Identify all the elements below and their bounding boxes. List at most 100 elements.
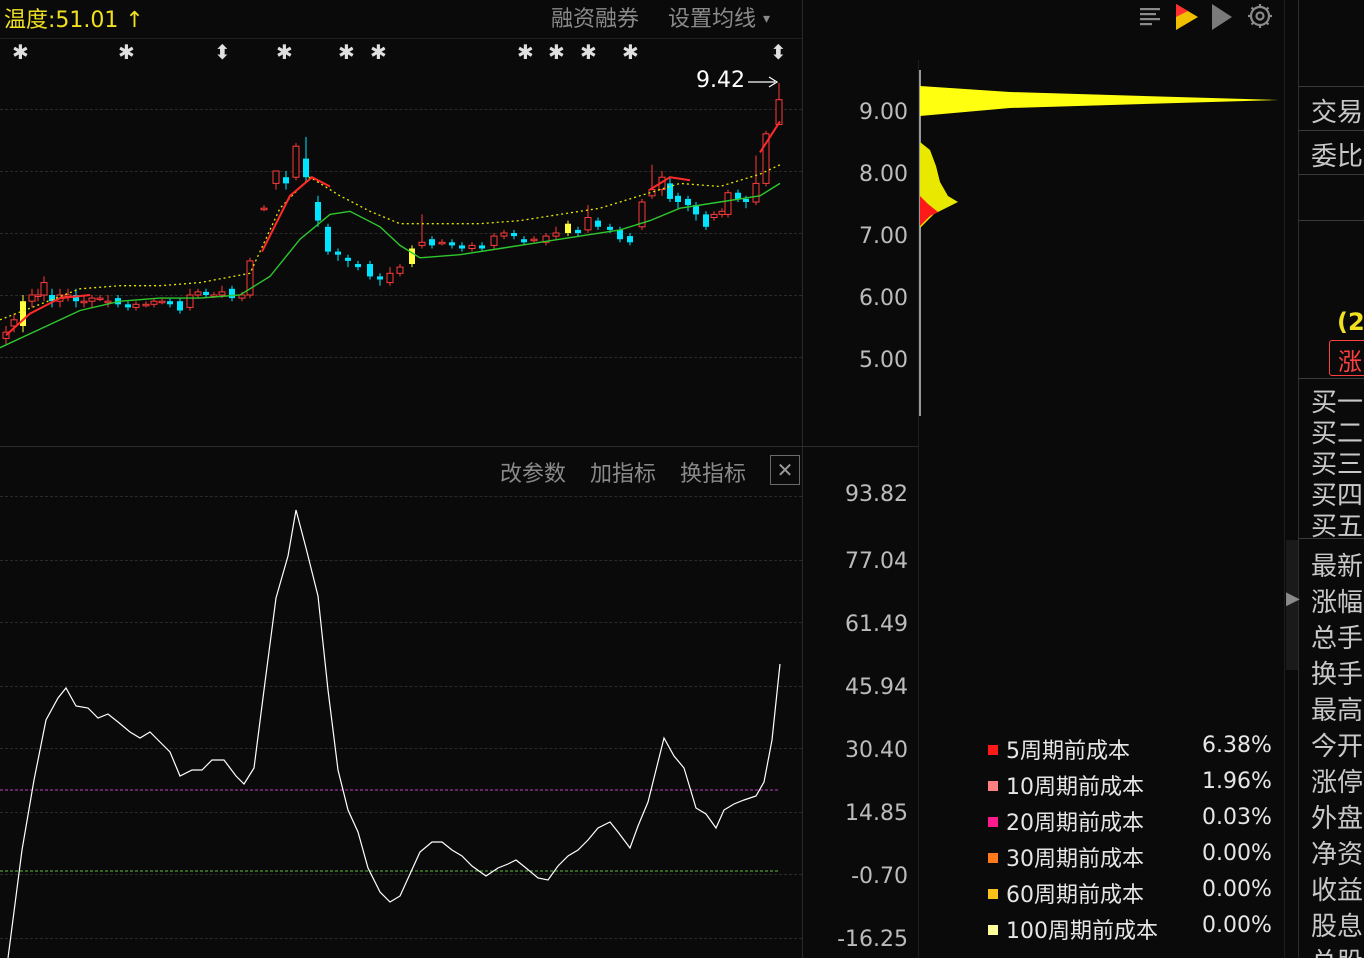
indicator-tick: -16.25 (837, 927, 908, 952)
edit-params-button[interactable]: 改参数 (500, 456, 566, 488)
temperature-indicator-chart[interactable] (0, 490, 802, 958)
candle-body (194, 291, 202, 296)
candle-body (617, 229, 623, 240)
chip-toolbar (1136, 2, 1280, 32)
indicator-tick: 93.82 (845, 482, 908, 507)
play-icon[interactable] (1212, 4, 1232, 30)
legend-swatch (988, 781, 998, 791)
stat-label: 外盘 (1311, 804, 1364, 834)
legend-label: 30周期前成本 (1006, 847, 1144, 872)
chevron-down-icon: ▾ (763, 11, 771, 27)
candle-body (685, 198, 691, 206)
temperature-value: 温度:51.01 (4, 8, 119, 33)
legend-swatch (988, 853, 998, 863)
panel-divider (1299, 86, 1364, 87)
panel-divider (1299, 220, 1364, 221)
candle-body (775, 99, 783, 125)
candle-body (724, 192, 732, 215)
legend-value: 0.00% (1202, 841, 1272, 866)
candle-body (552, 232, 560, 237)
candle-body (468, 244, 476, 249)
candle-body (438, 241, 446, 245)
flag-play-icon[interactable] (1176, 4, 1198, 30)
price-tick: 7.00 (859, 224, 908, 249)
panel-divider (1299, 174, 1364, 175)
legend-swatch (988, 925, 998, 935)
candle-body (303, 158, 309, 178)
ma10-line (0, 164, 781, 321)
candle-body (735, 192, 741, 199)
candle-body (595, 220, 601, 227)
candle-body (575, 229, 581, 233)
candle-body (272, 170, 280, 184)
legend-label: 20周期前成本 (1006, 811, 1144, 836)
ma20-line (0, 182, 781, 349)
margin-trading-button[interactable]: 融资融券 (551, 1, 639, 33)
candle-body (34, 294, 42, 297)
list-icon[interactable] (1140, 8, 1160, 26)
candle-body (186, 294, 194, 308)
indicator-tick: 45.94 (845, 675, 908, 700)
candle-body (150, 300, 158, 305)
limit-up-badge[interactable]: 涨 (1329, 340, 1364, 376)
chip-panel-right-border (1284, 0, 1285, 958)
gear-icon[interactable] (1248, 4, 1272, 28)
trade-tab[interactable]: 交易 (1311, 92, 1363, 129)
price-axis: 9.00 8.00 7.00 6.00 5.00 (798, 96, 908, 386)
legend-label: 100周期前成本 (1006, 919, 1158, 944)
candle-body (429, 239, 435, 246)
add-indicator-button[interactable]: 加指标 (590, 456, 656, 488)
stat-label: 总手 (1311, 624, 1364, 654)
candle-body (667, 183, 673, 199)
candle-body (158, 300, 166, 304)
cost-legend-row: 60周期前成本 0.00% (988, 877, 1272, 908)
candlestick-chart[interactable] (0, 60, 802, 446)
candle-body (335, 251, 341, 255)
set-moving-average-button[interactable]: 设置均线 ▾ (668, 1, 770, 33)
pane-divider (0, 446, 918, 447)
candle-body (229, 288, 235, 299)
candle-body (325, 226, 331, 252)
candle-body (377, 276, 383, 280)
candle-body (167, 301, 173, 305)
legend-value: 1.96% (1202, 769, 1272, 794)
candle-body (367, 264, 373, 277)
candle-body (675, 195, 681, 202)
indicator-axis: 93.82 77.04 61.49 45.94 30.40 14.85 -0.7… (798, 480, 908, 958)
candle-body (449, 242, 455, 246)
cost-legend-row: 10周期前成本 1.96% (988, 769, 1272, 800)
candle-body (500, 232, 508, 237)
indicator-tick: 77.04 (845, 549, 908, 574)
candle-body (718, 210, 726, 215)
candle-body (479, 245, 485, 249)
stat-label: 换手 (1311, 660, 1364, 690)
cost-legend-row: 20周期前成本 0.03% (988, 805, 1272, 836)
candle-body (132, 303, 140, 308)
candle-body (418, 241, 426, 246)
legend-value: 0.00% (1202, 877, 1272, 902)
chevron-right-icon: ▶ (1286, 588, 1300, 609)
candle-body (396, 266, 404, 274)
header-divider (0, 38, 802, 39)
cost-legend-row: 5周期前成本 6.38% (988, 733, 1272, 764)
candle-body (125, 304, 131, 308)
candle-body (386, 272, 394, 284)
candle-body (530, 238, 538, 242)
close-icon[interactable]: ✕ (770, 455, 800, 485)
stat-label: 涨停 (1311, 768, 1364, 798)
legend-label: 60周期前成本 (1006, 883, 1144, 908)
indicator-tick: 61.49 (845, 612, 908, 637)
stat-label: 最高 (1311, 696, 1364, 726)
panel-divider (1299, 378, 1364, 379)
candle-body (521, 239, 527, 243)
candle-body (40, 282, 48, 296)
stock-code-fragment: (2 (1337, 308, 1364, 336)
panel-collapse-handle[interactable]: ▶ (1286, 540, 1300, 670)
candle-body (565, 223, 571, 233)
switch-indicator-button[interactable]: 换指标 (680, 456, 746, 488)
candle-body (292, 145, 300, 178)
chip-distribution-chart[interactable] (918, 60, 1284, 420)
stat-label: 股息 (1311, 912, 1364, 942)
candle-body (283, 177, 289, 184)
legend-label: 5周期前成本 (1006, 739, 1130, 764)
